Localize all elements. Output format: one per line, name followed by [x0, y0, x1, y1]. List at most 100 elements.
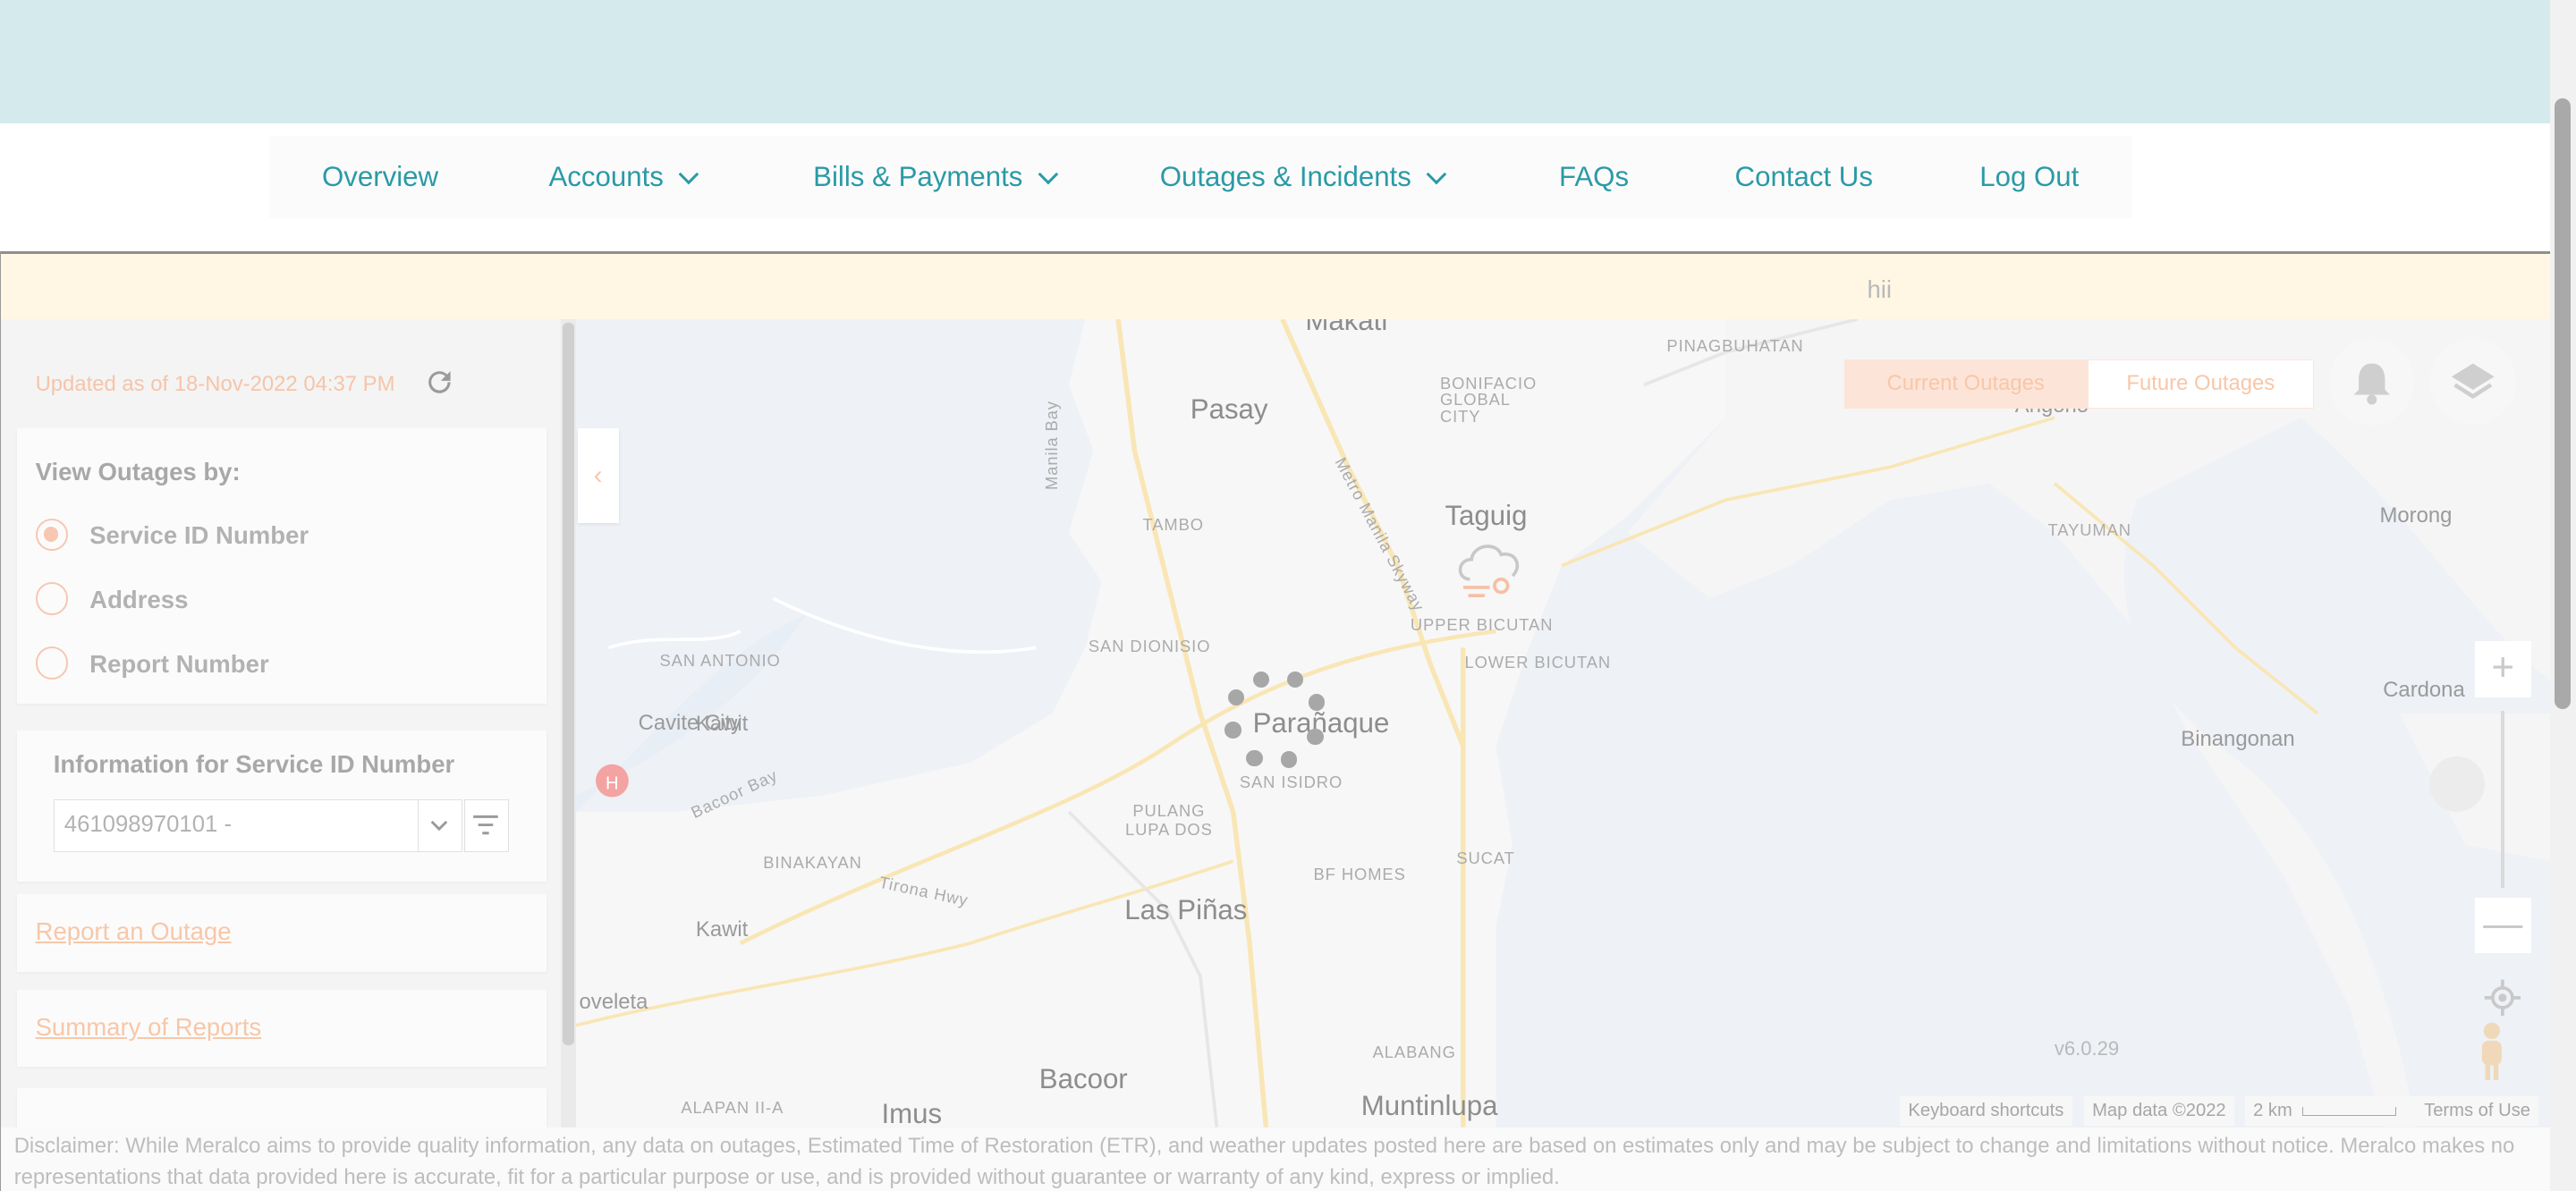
svg-text:H: H: [606, 774, 619, 794]
spinner-dot: [1246, 749, 1263, 767]
map-label-alapan: ALAPAN II-A: [681, 1098, 784, 1118]
map-label-alabang: ALABANG: [1372, 1042, 1456, 1061]
spinner-dot: [1228, 688, 1245, 706]
page-scrollbar-thumb[interactable]: [2555, 98, 2572, 710]
radio-label-service-id[interactable]: Service ID Number: [89, 521, 309, 550]
radio-report-number[interactable]: [35, 646, 69, 680]
spinner-dot: [1309, 694, 1326, 711]
map-label-bacoor: Bacoor: [1038, 1063, 1128, 1095]
map-label-makati: Makati: [1305, 319, 1388, 336]
map-label-pinagbuhatan: PINAGBUHATAN: [1666, 335, 1804, 355]
map-label-cardona: Cardona: [2383, 677, 2465, 702]
layers-button[interactable]: [2430, 339, 2516, 425]
outage-type-tabs: Current Outages Future Outages: [1843, 359, 2315, 409]
map-label-lower-bicutan: LOWER BICUTAN: [1464, 653, 1612, 672]
banner-text: hii: [1867, 275, 1893, 303]
map-label-san-dionisio: SAN DIONISIO: [1088, 636, 1211, 655]
map-scale[interactable]: 2 km: [2244, 1096, 2433, 1127]
map-label-pasay: Pasay: [1190, 393, 1268, 426]
nav-accounts[interactable]: Accounts: [548, 136, 699, 218]
disclaimer-text: Disclaimer: While Meralco aims to provid…: [1, 1128, 2551, 1191]
nav-bills-payments[interactable]: Bills & Payments: [813, 136, 1058, 218]
terms-of-use-link[interactable]: Terms of Use: [2415, 1096, 2539, 1127]
map-label-muntinlupa: Muntinlupa: [1360, 1089, 1498, 1121]
filter-button[interactable]: [463, 798, 509, 852]
nav-faqs[interactable]: FAQs: [1559, 136, 1629, 218]
app-version: v6.0.29: [2054, 1037, 2120, 1060]
nav-wrapper: Overview Accounts Bills & Payments Outag…: [0, 122, 2550, 253]
map-base: H: [575, 319, 2551, 1128]
nav-contact-us[interactable]: Contact Us: [1735, 136, 1873, 218]
spinner-dot: [1252, 671, 1269, 688]
notifications-button[interactable]: [2328, 339, 2415, 425]
service-id-select[interactable]: 461098970101 -: [53, 798, 419, 852]
map-scale-label: 2 km: [2253, 1101, 2292, 1121]
service-id-card: Information for Service ID Number 461098…: [17, 730, 547, 882]
announcement-banner: hii: [1, 254, 2551, 320]
map-label-tayuman: TAYUMAN: [2047, 519, 2131, 539]
map-label-kawit-town: Kawit: [695, 917, 749, 942]
chevron-down-icon: [430, 820, 447, 831]
radio-label-report-number[interactable]: Report Number: [89, 650, 269, 679]
service-id-info-label: Information for Service ID Number: [53, 749, 455, 778]
chevron-down-icon: [1038, 164, 1058, 184]
nav-overview[interactable]: Overview: [322, 136, 438, 218]
refresh-icon[interactable]: [423, 366, 456, 399]
panel-scrollbar[interactable]: [561, 319, 576, 1128]
chevron-down-icon: [678, 164, 699, 184]
tab-future-outages[interactable]: Future Outages: [2087, 359, 2315, 409]
map-label-noveleta: oveleta: [579, 989, 648, 1014]
map-label-morong: Morong: [2379, 503, 2453, 528]
zoom-out-button[interactable]: —: [2475, 897, 2531, 954]
chevron-down-icon: [1426, 164, 1447, 184]
map-label-pulang-lupa: PULANG LUPA DOS: [1124, 801, 1213, 839]
radio-label-address[interactable]: Address: [89, 586, 188, 614]
updated-timestamp: Updated as of 18-Nov-2022 04:37 PM: [35, 372, 395, 397]
keyboard-shortcuts-link[interactable]: Keyboard shortcuts: [1900, 1096, 2072, 1127]
weather-cloud-icon[interactable]: [1453, 536, 1529, 602]
panel-scrollbar-thumb[interactable]: [563, 323, 574, 1046]
scale-bar: [2301, 1106, 2396, 1116]
bell-icon: [2353, 364, 2390, 405]
map-label-san-antonio: SAN ANTONIO: [659, 651, 781, 671]
zoom-slider-handle[interactable]: [2428, 756, 2486, 813]
map-label-taguig: Taguig: [1445, 500, 1528, 532]
nav-log-out[interactable]: Log Out: [1979, 136, 2079, 218]
map-label-upper-bicutan: UPPER BICUTAN: [1410, 615, 1554, 635]
report-outage-card: Report an Outage: [17, 894, 547, 972]
map-label-bf-homes: BF HOMES: [1313, 865, 1406, 884]
filter-icon: [473, 815, 498, 834]
chevron-left-icon: ‹: [593, 460, 603, 490]
service-id-dropdown-button[interactable]: [418, 798, 463, 852]
street-view-pegman-icon[interactable]: [2470, 1019, 2513, 1085]
map-label-binakayan: BINAKAYAN: [763, 853, 862, 873]
radio-service-id[interactable]: [35, 518, 69, 552]
zoom-slider-track[interactable]: [2501, 710, 2505, 888]
zoom-in-button[interactable]: +: [2475, 641, 2531, 697]
spinner-dot: [1280, 751, 1298, 768]
main-nav: Overview Accounts Bills & Payments Outag…: [269, 136, 2133, 219]
map-label-las-pinas: Las Piñas: [1124, 894, 1248, 926]
outage-map[interactable]: H Makati Pasay Taguig Parañaque Las Piña…: [575, 319, 2551, 1128]
summary-reports-link[interactable]: Summary of Reports: [36, 1013, 262, 1042]
nav-outages-incidents[interactable]: Outages & Incidents: [1160, 136, 1447, 218]
map-data-attribution: Map data ©2022: [2083, 1096, 2234, 1127]
view-by-card: View Outages by: Service ID Number Addre…: [17, 427, 547, 705]
map-label-binangonan: Binangonan: [2181, 726, 2295, 751]
view-by-label: View Outages by:: [35, 457, 241, 486]
my-location-icon[interactable]: [2481, 976, 2524, 1019]
map-label-bonifacio: BONIFACIO GLOBAL CITY: [1439, 373, 1538, 426]
map-label-sucat: SUCAT: [1456, 848, 1515, 867]
report-outage-link[interactable]: Report an Outage: [36, 917, 232, 946]
map-label-manila-bay: Manila Bay: [1042, 401, 1062, 491]
page-scrollbar[interactable]: [2549, 0, 2576, 1191]
summary-reports-card: Summary of Reports: [17, 989, 547, 1068]
outage-map-frame: hii Updated as of 18-Nov-2022 04:37 PM V…: [0, 251, 2551, 1191]
spinner-dot: [1224, 722, 1241, 739]
outage-side-panel: Updated as of 18-Nov-2022 04:37 PM View …: [1, 319, 564, 1128]
tab-current-outages[interactable]: Current Outages: [1843, 359, 2088, 409]
collapse-panel-button[interactable]: ‹: [577, 427, 619, 524]
spinner-dot: [1287, 671, 1304, 688]
radio-address[interactable]: [35, 582, 69, 616]
layers-icon: [2452, 364, 2496, 400]
